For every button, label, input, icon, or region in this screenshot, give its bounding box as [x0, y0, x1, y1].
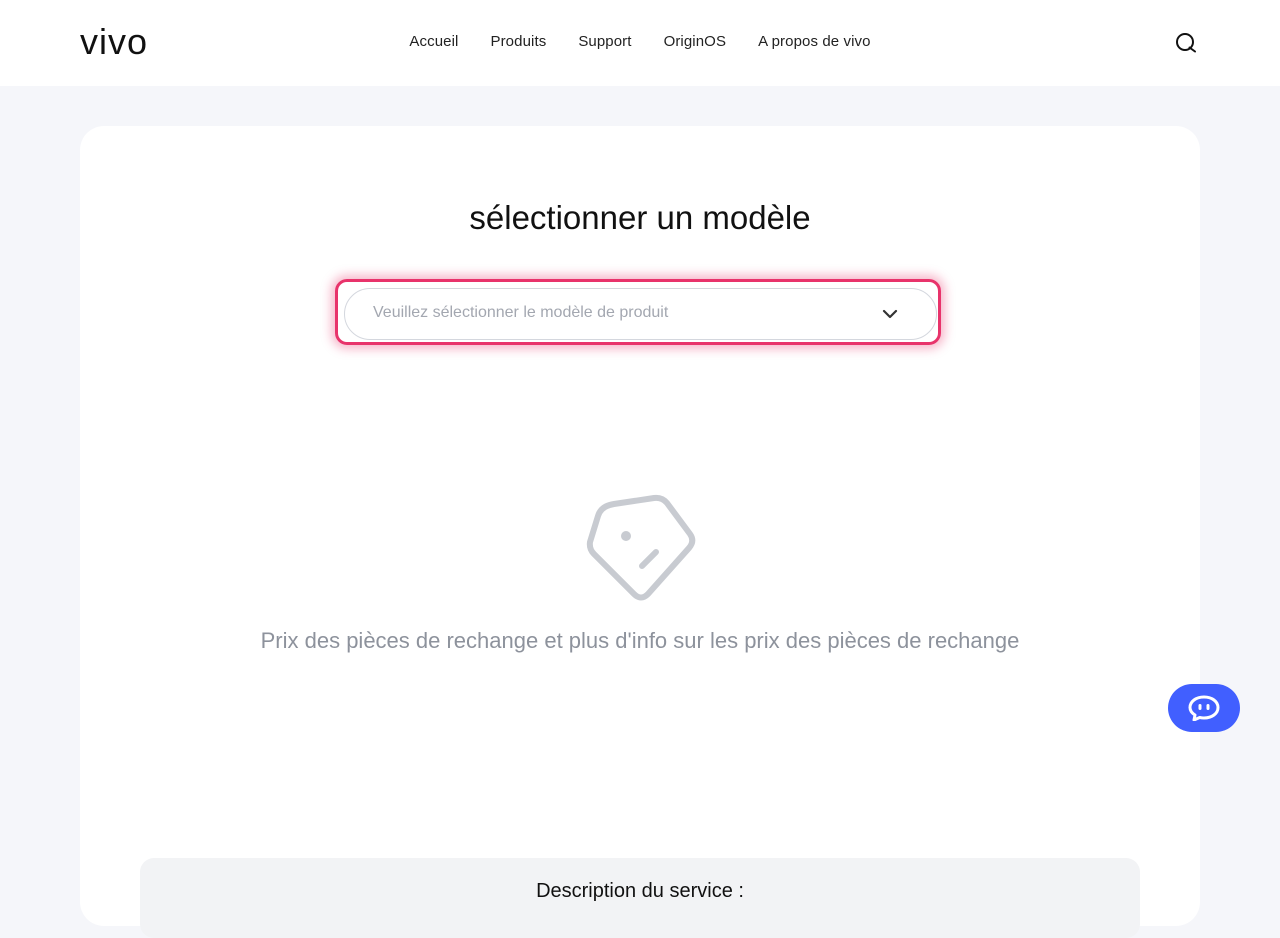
nav-item-originos[interactable]: OriginOS — [664, 33, 727, 50]
model-select-placeholder: Veuillez sélectionner le modèle de produ… — [373, 304, 669, 321]
model-select[interactable]: Veuillez sélectionner le modèle de produ… — [344, 288, 937, 340]
nav-item-produits[interactable]: Produits — [490, 33, 546, 50]
search-icon — [1176, 33, 1196, 53]
top-header: vivo Accueil Produits Support OriginOS A… — [0, 0, 1280, 86]
nav-item-a-propos[interactable]: A propos de vivo — [758, 33, 871, 50]
search-button[interactable] — [1170, 27, 1202, 59]
nav-item-support[interactable]: Support — [578, 33, 631, 50]
price-tag-icon — [586, 494, 696, 601]
page-title: sélectionner un modèle — [469, 199, 811, 236]
service-description-title: Description du service : — [536, 880, 744, 902]
empty-state-message: Prix des pièces de rechange et plus d'in… — [260, 628, 1020, 653]
chevron-down-icon — [882, 309, 898, 319]
chat-assistant-button[interactable] — [1168, 684, 1240, 732]
nav-item-accueil[interactable]: Accueil — [409, 33, 458, 50]
chatbot-icon — [1188, 695, 1220, 721]
main-nav: Accueil Produits Support OriginOS A prop… — [0, 0, 1280, 82]
